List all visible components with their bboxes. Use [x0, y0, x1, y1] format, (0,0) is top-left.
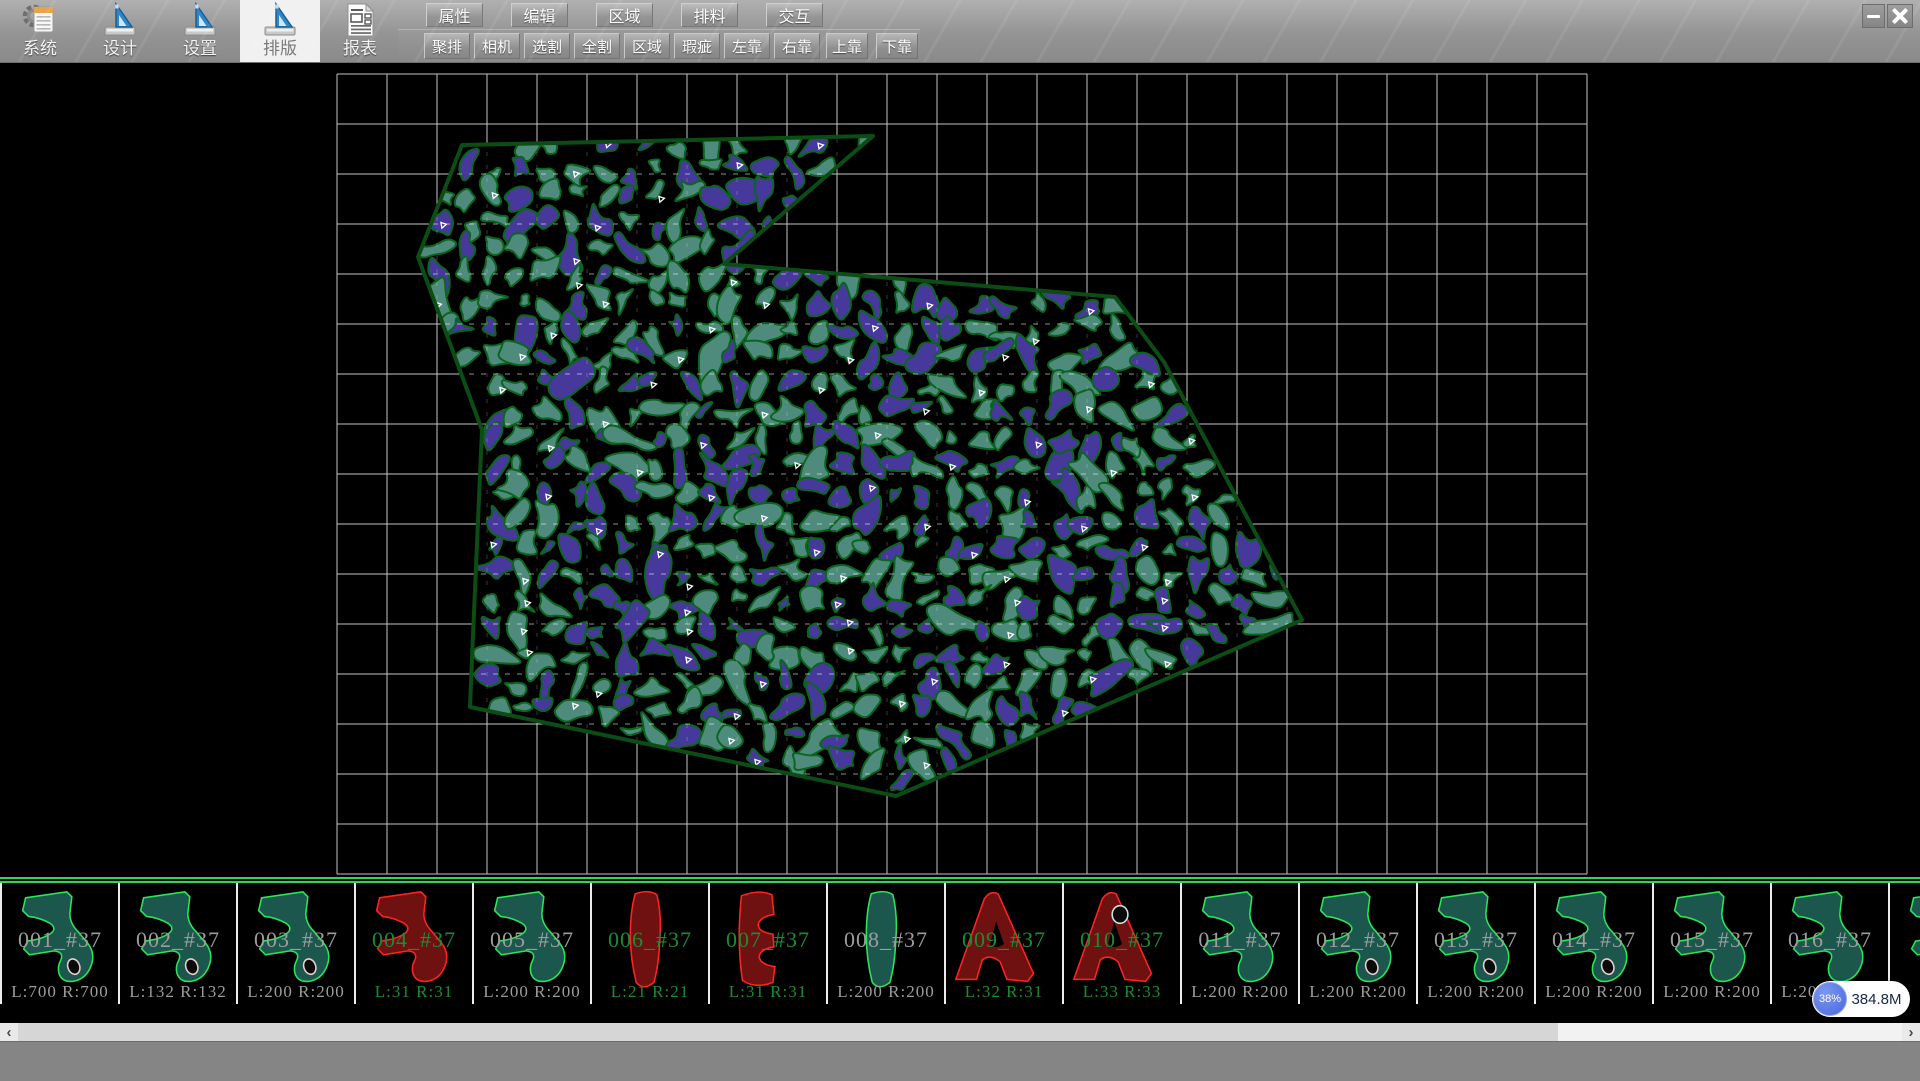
piece-lr-count: L:32 R:31 [946, 982, 1062, 1002]
launcher-system-button[interactable]: 系统 [0, 0, 80, 62]
triangle-ruler-icon [101, 1, 139, 39]
piece-thumbnail-002_#37[interactable]: 002_#37 L:132 R:132 [118, 883, 236, 1004]
horizontal-scrollbar[interactable]: ‹ › [0, 1023, 1920, 1041]
piece-thumbnail-006_#37[interactable]: 006_#37 L:21 R:21 [590, 883, 708, 1004]
menu-properties[interactable]: 属性 [426, 3, 483, 27]
piece-name: 009_#37 [946, 927, 1062, 953]
piece-thumbnail-015_#37[interactable]: 015_#37 L:200 R:200 [1652, 883, 1770, 1004]
tool-zone-button[interactable]: 区域 [624, 33, 670, 59]
tool-cluster-nest-button[interactable]: 聚排 [424, 33, 470, 59]
main-toolbar: 系统设计设置排版报表 属性编辑区域排料交互 聚排相机选割全割区域瑕疵左靠右靠上靠… [0, 0, 1920, 63]
piece-name: 002_#37 [120, 927, 236, 953]
triangle-ruler-icon [261, 1, 299, 39]
tool-select-cut-button[interactable]: 选割 [524, 33, 570, 59]
piece-thumbnail-011_#37[interactable]: 011_#37 L:200 R:200 [1180, 883, 1298, 1004]
launcher-nesting-button[interactable]: 排版 [240, 0, 320, 62]
piece-lr-count: L:31 R:31 [710, 982, 826, 1002]
menu-nest[interactable]: 排料 [681, 3, 738, 27]
piece-name: 008_#37 [828, 927, 944, 953]
piece-lr-count: L:200 R:200 [1418, 982, 1534, 1002]
piece-lr-count: L:200 R:200 [1182, 982, 1298, 1002]
piece-lr-count: L:200 R:200 [1300, 982, 1416, 1002]
scrollbar-thumb[interactable] [18, 1023, 1558, 1041]
piece-lr-count: L:700 R:700 [2, 982, 118, 1002]
status-bar [0, 1041, 1920, 1081]
launcher-nesting-label: 排版 [263, 39, 297, 59]
piece-name: 011_#37 [1182, 927, 1298, 953]
piece-thumbnail-list: 001_#37L:700 R:700002_#37L:132 R:132003_… [0, 883, 1920, 1004]
piece-name: 004_#37 [356, 927, 472, 953]
piece-name: 006_#37 [592, 927, 708, 953]
tool-camera-button[interactable]: 相机 [474, 33, 520, 59]
piece-lr-count: L:200 R:200 [1654, 982, 1770, 1002]
tool-cut-all-button[interactable]: 全割 [574, 33, 620, 59]
close-button[interactable] [1887, 4, 1913, 28]
piece-shape [1911, 892, 1920, 982]
tool-panel: 聚排相机选割全割区域瑕疵左靠右靠上靠下靠 [398, 29, 920, 62]
memory-usage-badge: 38% 384.8M [1812, 981, 1910, 1017]
launcher-design-button[interactable]: 设计 [80, 0, 160, 62]
piece-name: 015_#37 [1654, 927, 1770, 953]
scroll-right-button[interactable]: › [1902, 1023, 1920, 1041]
piece-thumbnail-014_#37[interactable]: 014_#37 L:200 R:200 [1534, 883, 1652, 1004]
piece-lr-count: L:200 R:200 [238, 982, 354, 1002]
scroll-left-button[interactable]: ‹ [0, 1023, 18, 1041]
piece-lr-count: L:132 R:132 [120, 982, 236, 1002]
piece-name: 013_#37 [1418, 927, 1534, 953]
tool-snap-top-button[interactable]: 上靠 [826, 33, 868, 59]
piece-lr-count: L:33 R:33 [1064, 982, 1180, 1002]
menu-interact[interactable]: 交互 [766, 3, 823, 27]
menu-region[interactable]: 区域 [596, 3, 653, 27]
piece-thumbnail-009_#37[interactable]: 009_#37 L:32 R:31 [944, 883, 1062, 1004]
tool-snap-left-button[interactable]: 左靠 [724, 33, 770, 59]
piece-lr-count: L:200 R:200 [474, 982, 590, 1002]
progress-circle: 38% [1813, 982, 1847, 1016]
launcher-report-label: 报表 [343, 39, 377, 59]
piece-thumbnail-strip: 001_#37L:700 R:700002_#37L:132 R:132003_… [0, 877, 1920, 1023]
nesting-canvas-svg[interactable] [0, 62, 1920, 877]
triangle-ruler-icon [181, 1, 219, 39]
launcher-report-button[interactable]: 报表 [320, 0, 400, 62]
piece-lr-count: L:31 R:31 [356, 982, 472, 1002]
piece-thumbnail-008_#37[interactable]: 008_#37 L:200 R:200 [826, 883, 944, 1004]
piece-thumbnail-004_#37[interactable]: 004_#37 L:31 R:31 [354, 883, 472, 1004]
tool-snap-right-button[interactable]: 右靠 [774, 33, 820, 59]
launcher-settings-label: 设置 [183, 39, 217, 59]
piece-name: 005_#37 [474, 927, 590, 953]
launcher-design-label: 设计 [103, 39, 137, 59]
piece-thumbnail-005_#37[interactable]: 005_#37 L:200 R:200 [472, 883, 590, 1004]
piece-name: 012_#37 [1300, 927, 1416, 953]
piece-name: 003_#37 [238, 927, 354, 953]
piece-thumbnail-001_#37[interactable]: 001_#37 L:700 R:700 [0, 883, 118, 1004]
piece-name: 001_#37 [2, 927, 118, 953]
launcher-settings-button[interactable]: 设置 [160, 0, 240, 62]
piece-name: 007_#37 [710, 927, 826, 953]
piece-thumbnail-010_#37[interactable]: 010_#37 L:33 R:33 [1062, 883, 1180, 1004]
piece-thumbnail-003_#37[interactable]: 003_#37 L:200 R:200 [236, 883, 354, 1004]
chevron-right-icon: › [1909, 1024, 1914, 1041]
chevron-left-icon: ‹ [7, 1024, 12, 1041]
launcher-system-label: 系统 [23, 39, 57, 59]
piece-name: 010_#37 [1064, 927, 1180, 953]
tool-snap-bottom-button[interactable]: 下靠 [876, 33, 918, 59]
piece-lr-count: L:21 R:21 [592, 982, 708, 1002]
nesting-canvas[interactable] [0, 62, 1920, 877]
menu-edit[interactable]: 编辑 [511, 3, 568, 27]
minimize-button[interactable] [1862, 4, 1885, 28]
system-gear-icon [21, 1, 59, 39]
close-icon [1892, 8, 1908, 24]
report-doc-icon [341, 1, 379, 39]
piece-name: 016_#37 [1772, 927, 1888, 953]
piece-lr-count: L:200 R:200 [828, 982, 944, 1002]
piece-thumbnail-007_#37[interactable]: 007_#37 L:31 R:31 [708, 883, 826, 1004]
piece-thumbnail-013_#37[interactable]: 013_#37 L:200 R:200 [1416, 883, 1534, 1004]
memory-value: 384.8M [1847, 991, 1910, 1008]
piece-thumbnail-012_#37[interactable]: 012_#37 L:200 R:200 [1298, 883, 1416, 1004]
piece-name: 014_#37 [1536, 927, 1652, 953]
tool-defect-button[interactable]: 瑕疵 [674, 33, 720, 59]
progress-percent: 38% [1819, 993, 1841, 1005]
piece-lr-count: L:200 R:200 [1536, 982, 1652, 1002]
minimize-icon [1867, 15, 1880, 18]
launcher-bar: 系统 设计 设置 排版 报表 [0, 0, 400, 62]
